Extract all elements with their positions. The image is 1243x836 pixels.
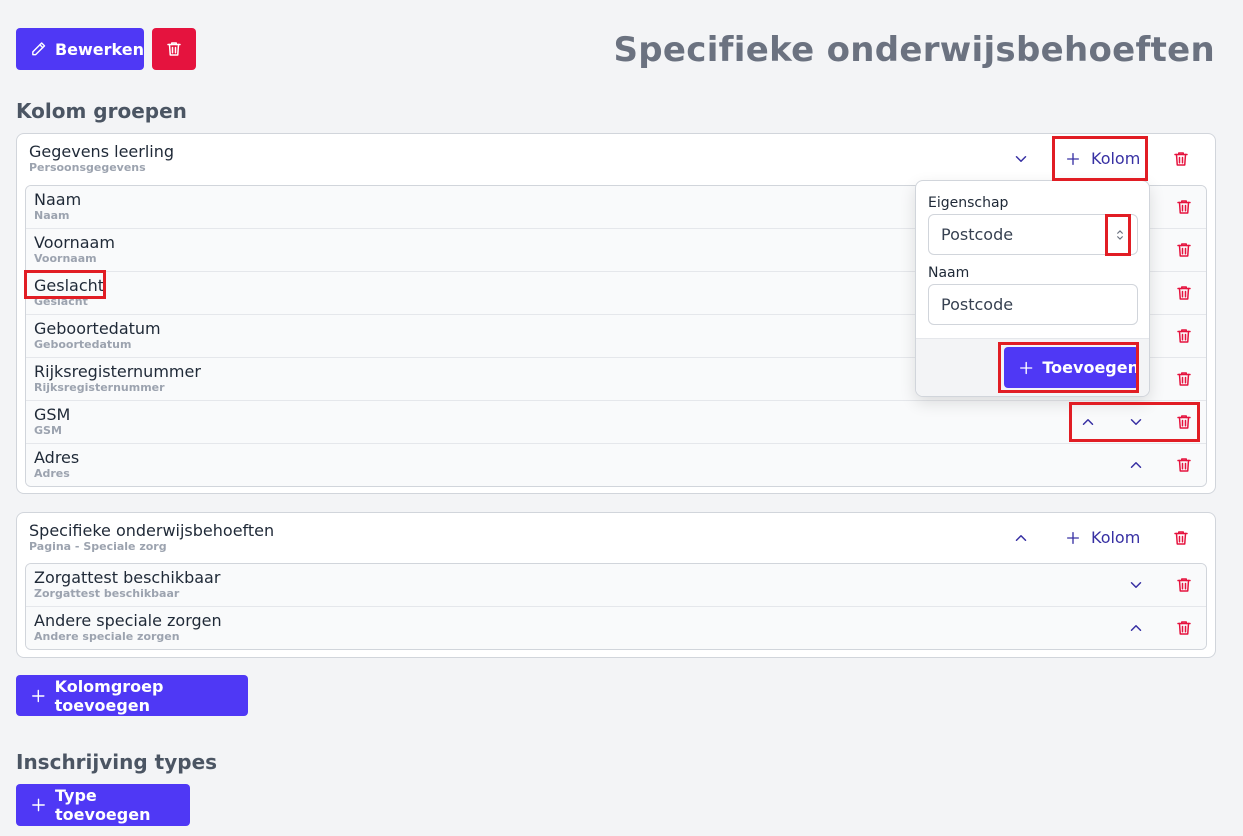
add-column-label: Kolom <box>1091 528 1141 547</box>
page-title: Specifieke onderwijsbehoeften <box>613 30 1215 70</box>
collapse-group-button[interactable] <box>1010 148 1032 170</box>
move-up-button[interactable] <box>1125 454 1147 476</box>
property-select[interactable]: Postcode <box>928 214 1138 255</box>
column-name: Naam <box>34 190 82 209</box>
add-column-group-button[interactable]: Kolomgroep toevoegen <box>16 675 248 716</box>
trash-icon <box>1177 372 1191 386</box>
chevron-down-icon <box>1130 419 1142 425</box>
delete-column-button[interactable] <box>1173 239 1195 261</box>
add-submit-button[interactable]: Toevoegen <box>1004 347 1139 388</box>
column-name: GSM <box>34 405 71 424</box>
edit-button[interactable]: Bewerken <box>16 28 144 70</box>
add-column-label: Kolom <box>1091 149 1141 168</box>
move-up-button[interactable] <box>1077 411 1099 433</box>
chevron-up-icon <box>1015 535 1027 541</box>
column-row: Andere speciale zorgen Andere speciale z… <box>26 607 1206 649</box>
column-subtitle: Andere speciale zorgen <box>34 630 180 643</box>
column-group-card: Specifieke onderwijsbehoeften Pagina - S… <box>16 512 1216 658</box>
delete-page-button[interactable] <box>152 28 196 70</box>
add-column-button[interactable]: Kolom <box>1065 149 1140 168</box>
trash-icon <box>1177 578 1191 592</box>
trash-icon <box>1174 531 1188 545</box>
trash-icon <box>1177 621 1191 635</box>
plus-icon <box>1020 361 1033 374</box>
column-subtitle: GSM <box>34 424 62 437</box>
property-label: Eigenschap <box>928 195 1009 211</box>
chevron-up-icon <box>1130 625 1142 631</box>
column-groups-heading: Kolom groepen <box>16 99 187 123</box>
column-name: Andere speciale zorgen <box>34 611 222 630</box>
group-header: Gegevens leerling Persoonsgegevens Kolom <box>17 134 1215 184</box>
delete-column-button[interactable] <box>1173 368 1195 390</box>
column-subtitle: Geslacht <box>34 295 88 308</box>
column-name: Voornaam <box>34 233 115 252</box>
column-subtitle: Naam <box>34 209 70 222</box>
trash-icon <box>1177 286 1191 300</box>
move-down-button[interactable] <box>1125 411 1147 433</box>
enrollment-types-heading: Inschrijving types <box>16 750 218 774</box>
add-type-label: Type toevoegen <box>55 786 151 824</box>
column-name: Adres <box>34 448 80 467</box>
column-subtitle: Rijksregisternummer <box>34 381 165 394</box>
trash-icon <box>1177 329 1191 343</box>
column-subtitle: Zorgattest beschikbaar <box>34 587 180 600</box>
expand-group-button[interactable] <box>1010 527 1032 549</box>
add-submit-label: Toevoegen <box>1042 358 1139 377</box>
group-name: Gegevens leerling <box>29 142 175 161</box>
pencil-icon <box>32 42 46 56</box>
column-row: Adres Adres <box>26 444 1206 486</box>
column-subtitle: Geboortedatum <box>34 338 132 351</box>
trash-icon <box>1174 152 1188 166</box>
column-name: Geslacht <box>34 276 105 295</box>
add-type-button[interactable]: Type toevoegen <box>16 784 190 826</box>
delete-column-button[interactable] <box>1173 574 1195 596</box>
column-name: Zorgattest beschikbaar <box>34 568 221 587</box>
group-subtitle: Persoonsgegevens <box>29 161 146 174</box>
delete-column-button[interactable] <box>1173 617 1195 639</box>
group-subtitle: Pagina - Speciale zorg <box>29 540 167 553</box>
trash-icon <box>1177 243 1191 257</box>
chevron-up-icon <box>1082 419 1094 425</box>
trash-icon <box>1177 200 1191 214</box>
property-select-value: Postcode <box>941 225 1014 244</box>
group-header: Specifieke onderwijsbehoeften Pagina - S… <box>17 513 1215 563</box>
delete-column-button[interactable] <box>1173 411 1195 433</box>
plus-icon <box>1067 152 1079 165</box>
delete-column-button[interactable] <box>1173 282 1195 304</box>
chevron-down-icon <box>1015 156 1027 162</box>
select-arrows-icon <box>1117 230 1123 240</box>
chevron-up-icon <box>1130 462 1142 468</box>
name-input[interactable]: Postcode <box>928 284 1138 325</box>
group-name: Specifieke onderwijsbehoeften <box>29 521 275 540</box>
move-up-button[interactable] <box>1125 617 1147 639</box>
edit-button-label: Bewerken <box>54 39 144 59</box>
column-subtitle: Voornaam <box>34 252 97 265</box>
column-subtitle: Adres <box>34 467 70 480</box>
delete-column-button[interactable] <box>1173 196 1195 218</box>
trash-icon <box>1177 458 1191 472</box>
delete-group-button[interactable] <box>1170 148 1192 170</box>
add-column-button[interactable]: Kolom <box>1065 528 1140 547</box>
name-label: Naam <box>928 265 970 281</box>
add-column-group-label: Kolomgroep toevoegen <box>54 676 164 715</box>
column-row: Zorgattest beschikbaar Zorgattest beschi… <box>26 564 1206 607</box>
column-name: Rijksregisternummer <box>34 362 201 381</box>
plus-icon <box>32 689 45 702</box>
delete-column-button[interactable] <box>1173 454 1195 476</box>
column-list: Zorgattest beschikbaar Zorgattest beschi… <box>25 563 1207 650</box>
move-down-button[interactable] <box>1125 574 1147 596</box>
trash-icon <box>1177 415 1191 429</box>
name-input-value: Postcode <box>941 295 1014 314</box>
column-name: Geboortedatum <box>34 319 161 338</box>
plus-icon <box>1067 531 1079 544</box>
trash-icon <box>167 42 181 56</box>
column-row: GSM GSM <box>26 401 1206 444</box>
plus-icon <box>32 798 45 812</box>
add-column-popover: Eigenschap Postcode Naam Postcode Toevoe… <box>915 180 1150 397</box>
delete-column-button[interactable] <box>1173 325 1195 347</box>
delete-group-button[interactable] <box>1170 527 1192 549</box>
chevron-down-icon <box>1130 582 1142 588</box>
